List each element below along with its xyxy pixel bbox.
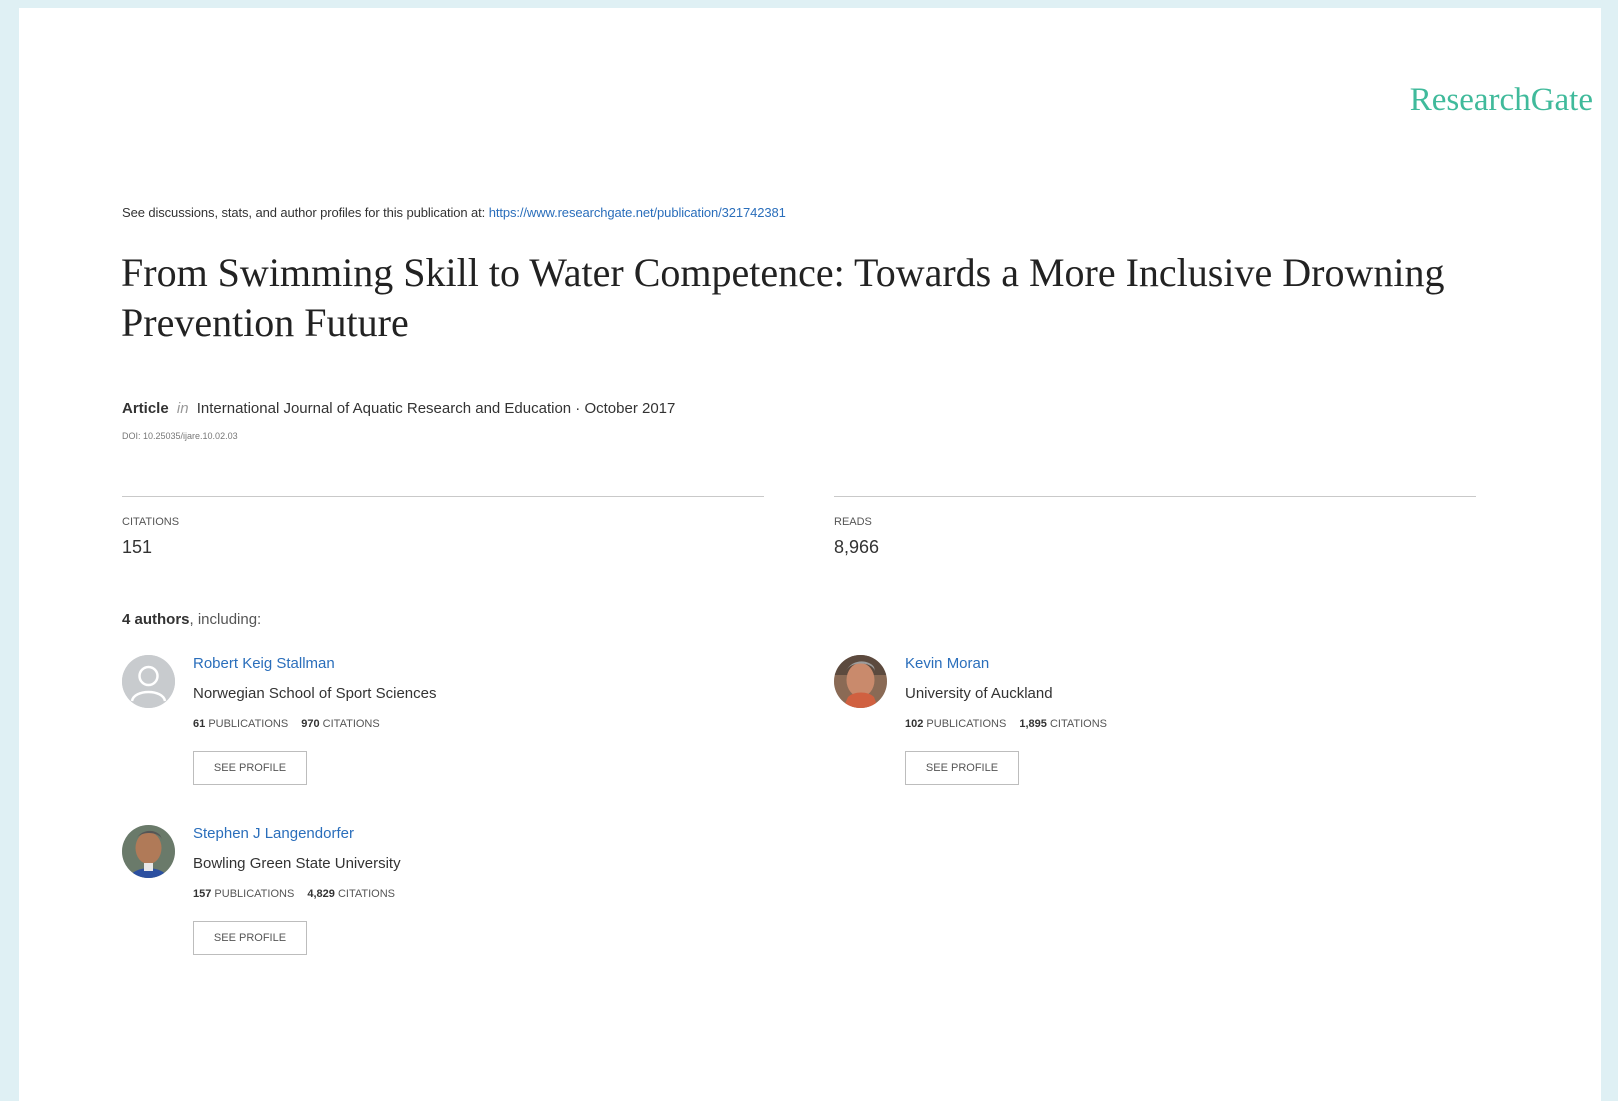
author-name-link[interactable]: Robert Keig Stallman — [193, 655, 335, 672]
see-profile-button[interactable]: See profile — [193, 921, 307, 955]
see-profile-button[interactable]: See profile — [905, 751, 1019, 785]
see-profile-button[interactable]: See profile — [193, 751, 307, 785]
publication-type: Article — [122, 400, 169, 417]
authors-count: 4 authors — [122, 611, 190, 628]
divider-left — [122, 496, 764, 497]
journal-date: International Journal of Aquatic Researc… — [196, 400, 676, 417]
cover-page: ResearchGate See discussions, stats, and… — [19, 8, 1601, 1101]
reads-value: 8,966 — [834, 537, 880, 557]
author-photo[interactable] — [122, 825, 175, 878]
author-stats: 157 Publications 4,829 Citations — [193, 888, 405, 900]
citations-label: Citations — [1049, 718, 1107, 730]
author-name-link[interactable]: Stephen J Langendorfer — [193, 825, 354, 842]
citations-label: Citations — [322, 718, 380, 730]
in-word: in — [176, 400, 189, 417]
publications-label: Publications — [214, 888, 295, 900]
author-stats: 102 Publications 1,895 Citations — [905, 718, 1117, 730]
citations-count: 970 — [301, 718, 320, 730]
author-card: Stephen J Langendorfer Bowling Green Sta… — [122, 825, 742, 975]
authors-heading: 4 authors, including: — [122, 611, 261, 628]
citations-count: 1,895 — [1019, 718, 1047, 730]
intro-text: See discussions, stats, and author profi… — [122, 205, 489, 220]
author-institution: Bowling Green State University — [193, 855, 401, 872]
authors-suffix: , including: — [189, 611, 262, 628]
doi: DOI: 10.25035/ijare.10.02.03 — [122, 431, 238, 441]
citations-value: 151 — [122, 537, 153, 557]
reads-label: Reads — [834, 516, 872, 528]
author-institution: University of Auckland — [905, 685, 1053, 702]
citations-label: Citations — [337, 888, 395, 900]
author-photo[interactable] — [834, 655, 887, 708]
divider-right — [834, 496, 1476, 497]
publication-title: From Swimming Skill to Water Competence:… — [121, 250, 1445, 345]
publications-count: 157 — [193, 888, 212, 900]
publications-count: 102 — [905, 718, 924, 730]
author-institution: Norwegian School of Sport Sciences — [193, 685, 437, 702]
author-stats: 61 Publications 970 Citations — [193, 718, 390, 730]
publication-link-line: See discussions, stats, and author profi… — [122, 205, 786, 220]
placeholder-avatar-icon[interactable] — [122, 655, 175, 708]
publication-url-link[interactable]: https://www.researchgate.net/publication… — [489, 205, 786, 220]
citations-label: Citations — [122, 516, 180, 528]
researchgate-logo[interactable]: ResearchGate — [1410, 82, 1593, 119]
publications-label: Publications — [926, 718, 1007, 730]
author-card: Kevin Moran University of Auckland 102 P… — [834, 655, 1454, 805]
publications-label: Publications — [208, 718, 289, 730]
publication-meta: Article in International Journal of Aqua… — [122, 400, 675, 417]
publications-count: 61 — [193, 718, 206, 730]
citations-count: 4,829 — [307, 888, 335, 900]
author-card: Robert Keig Stallman Norwegian School of… — [122, 655, 742, 805]
author-name-link[interactable]: Kevin Moran — [905, 655, 989, 672]
